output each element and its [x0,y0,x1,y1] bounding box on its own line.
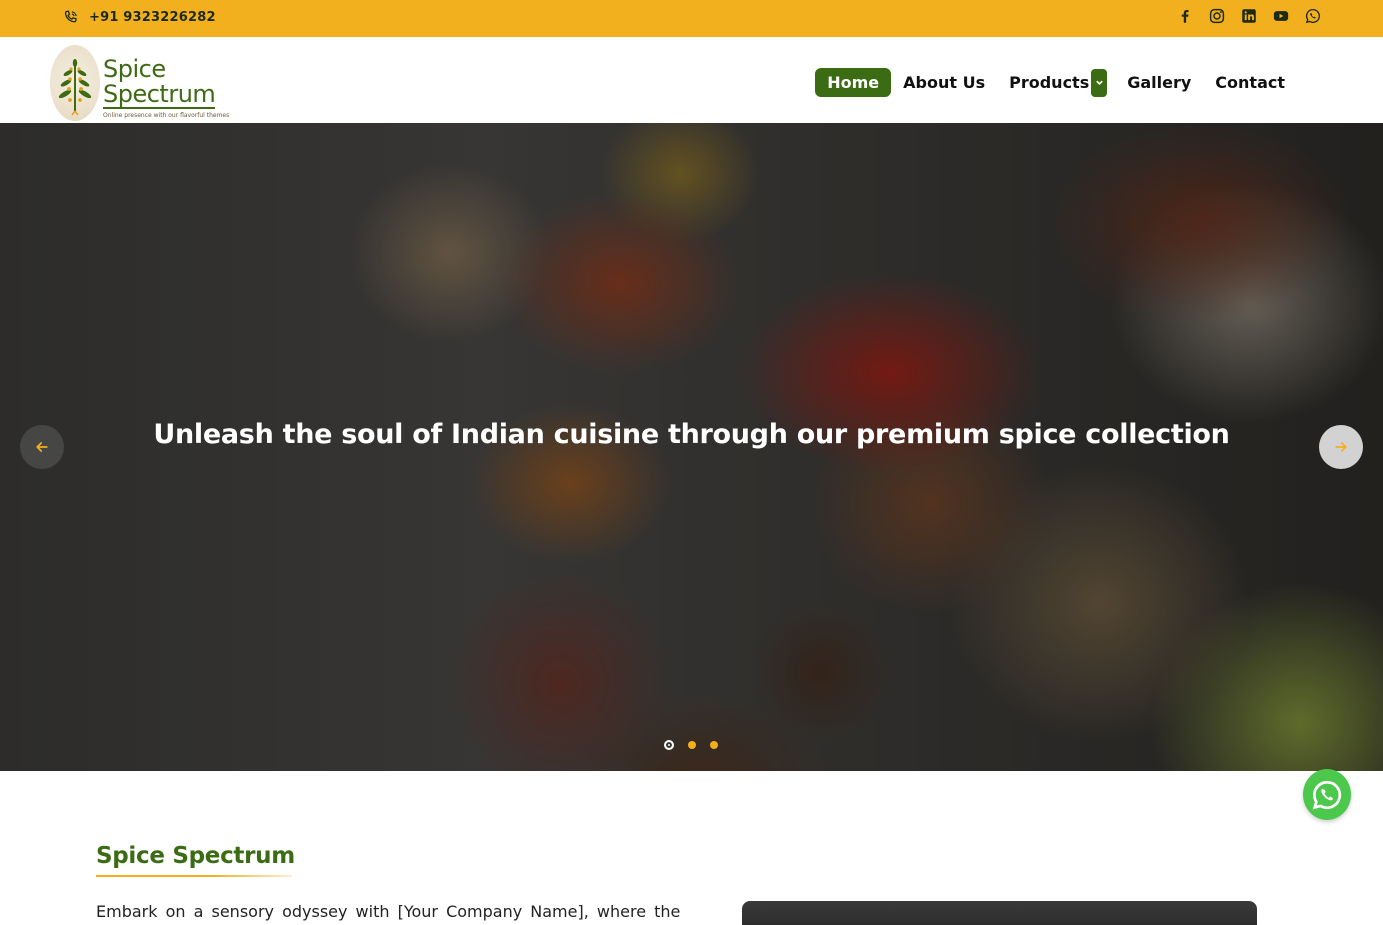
carousel-dot-3[interactable] [710,741,718,749]
arrow-right-icon [1335,442,1347,452]
carousel-dot-1[interactable] [664,740,674,750]
top-bar: +91 9323226282 [0,0,1383,37]
phone-number[interactable]: +91 9323226282 [89,10,216,25]
carousel-prev-button[interactable] [20,425,64,469]
whatsapp-icon[interactable] [1303,6,1323,26]
logo[interactable]: Spice Spectrum Online presence with our … [50,45,229,121]
about-title: Spice Spectrum [96,843,295,869]
arrow-left-icon [36,442,48,452]
nav-products[interactable]: Products [997,68,1089,97]
logo-emblem [50,45,100,121]
nav-home[interactable]: Home [815,68,892,97]
site-header: Spice Spectrum Online presence with our … [0,37,1383,123]
hero-carousel: Unleash the soul of Indian cuisine throu… [0,123,1383,771]
youtube-icon[interactable] [1271,6,1291,26]
about-title-underline [96,875,292,877]
nav-contact[interactable]: Contact [1203,68,1297,97]
phone-contact[interactable]: +91 9323226282 [62,9,216,26]
instagram-icon[interactable] [1207,6,1227,26]
main-nav: Home About Us Products Gallery Contact [815,68,1297,97]
logo-title-line1: Spice [103,55,166,83]
nav-products-label: Products [1009,73,1090,92]
facebook-icon[interactable] [1175,6,1195,26]
logo-tagline: Online presence with our flavorful theme… [103,112,230,119]
about-text: Embark on a sensory odyssey with [Your C… [96,902,681,921]
nav-about-us[interactable]: About Us [891,68,997,97]
carousel-indicators [664,740,718,750]
carousel-next-button[interactable] [1319,425,1363,469]
social-links [1175,6,1323,26]
about-image [742,901,1257,925]
carousel-dot-2[interactable] [688,741,696,749]
nav-gallery[interactable]: Gallery [1115,68,1203,97]
linkedin-icon[interactable] [1239,6,1259,26]
products-dropdown-toggle[interactable] [1091,68,1108,97]
phone-icon [62,9,79,26]
whatsapp-float-button[interactable] [1303,769,1351,820]
chevron-down-icon [1095,80,1103,85]
whatsapp-icon [1312,780,1342,809]
hero-headline: Unleash the soul of Indian cuisine throu… [153,419,1230,450]
logo-title-line2: Spectrum [103,80,216,109]
